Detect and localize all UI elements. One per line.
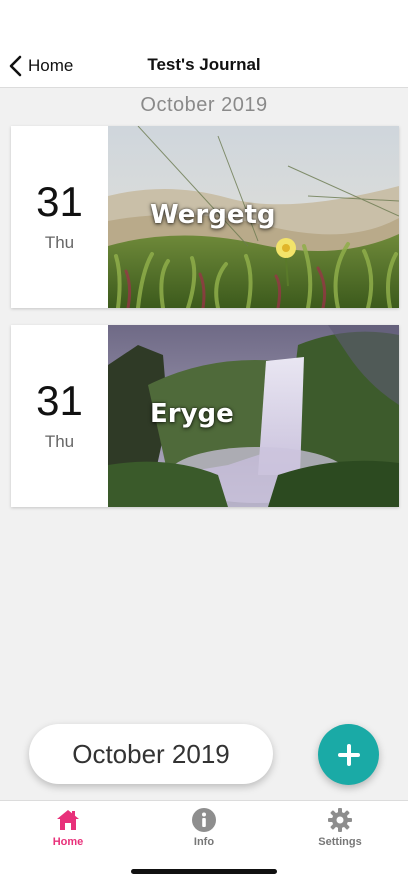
journal-entry-card[interactable]: 31 Thu Wergetg	[11, 126, 399, 308]
entry-title: Eryge	[150, 399, 234, 429]
tab-label: Info	[193, 836, 215, 848]
journal-entry-card[interactable]: 31 Thu Eryge	[11, 325, 399, 507]
info-icon	[192, 808, 216, 832]
tab-label: Home	[52, 836, 84, 848]
home-icon	[57, 810, 79, 830]
tab-info[interactable]: Info	[154, 807, 254, 853]
entry-day: 31	[36, 178, 83, 225]
page-title: Test's Journal	[147, 55, 261, 74]
entry-weekday: Thu	[44, 233, 75, 252]
plus-icon	[337, 743, 360, 766]
month-picker-button[interactable]: October 2019	[29, 724, 273, 784]
gear-icon	[328, 808, 352, 832]
tab-settings[interactable]: Settings	[290, 807, 390, 853]
tab-label: Settings	[318, 836, 362, 848]
entry-weekday: Thu	[44, 432, 75, 451]
tab-home[interactable]: Home	[18, 807, 118, 853]
navigation-bar: Home Test's Journal	[0, 44, 408, 88]
entry-date: 31 Thu	[11, 126, 108, 308]
status-bar	[0, 0, 408, 44]
entry-title: Wergetg	[150, 200, 276, 230]
add-entry-button[interactable]	[318, 724, 379, 785]
entry-photo: Wergetg	[108, 126, 399, 308]
month-section-header: October 2019	[140, 94, 268, 116]
entry-day: 31	[36, 377, 83, 424]
entry-date: 31 Thu	[11, 325, 108, 507]
home-indicator	[131, 869, 277, 874]
entry-photo: Eryge	[108, 325, 399, 507]
